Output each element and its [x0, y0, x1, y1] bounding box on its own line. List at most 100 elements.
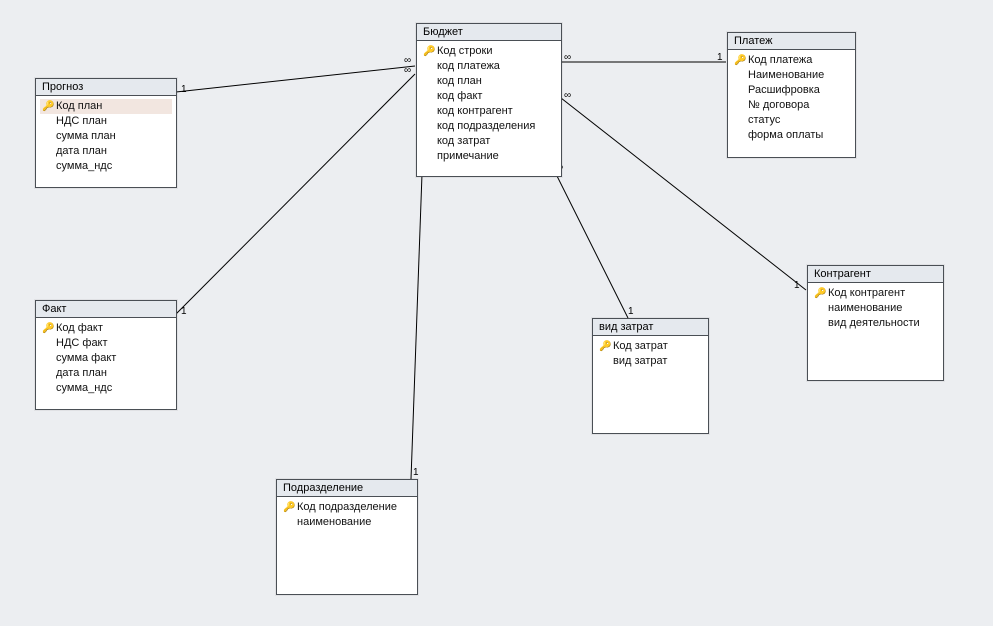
- entity-fields: 🔑 Код затрат вид затрат: [593, 336, 708, 373]
- field-row[interactable]: 🔑 Код затрат: [597, 339, 704, 354]
- field-row[interactable]: Расшифровка: [732, 83, 851, 98]
- key-icon: 🔑: [814, 286, 826, 301]
- entity-fields: 🔑 Код строки код платежа код план код фа…: [417, 41, 561, 168]
- entity-division[interactable]: Подразделение 🔑 Код подразделение наимен…: [276, 479, 418, 595]
- field-row[interactable]: вид затрат: [597, 354, 704, 369]
- field-label: Код строки: [437, 44, 555, 59]
- field-label: код контрагент: [437, 104, 555, 119]
- field-row[interactable]: примечание: [421, 149, 557, 164]
- field-label: сумма факт: [56, 351, 170, 366]
- field-label: вид деятельности: [828, 316, 937, 331]
- key-icon: 🔑: [283, 500, 295, 515]
- card-one: 1: [717, 52, 723, 63]
- field-row[interactable]: сумма факт: [40, 351, 172, 366]
- entity-cost-type[interactable]: вид затрат 🔑 Код затрат вид затрат: [592, 318, 709, 434]
- field-label: вид затрат: [613, 354, 702, 369]
- field-label: НДС факт: [56, 336, 170, 351]
- key-icon: 🔑: [423, 44, 435, 59]
- field-label: Наименование: [748, 68, 849, 83]
- entity-fields: 🔑 Код платежа Наименование Расшифровка №…: [728, 50, 855, 147]
- card-one: 1: [413, 467, 419, 478]
- entity-title: Бюджет: [417, 24, 561, 41]
- field-row[interactable]: НДС план: [40, 114, 172, 129]
- field-label: Расшифровка: [748, 83, 849, 98]
- entity-title: Факт: [36, 301, 176, 318]
- field-row[interactable]: сумма_ндс: [40, 159, 172, 174]
- key-icon: 🔑: [42, 99, 54, 114]
- card-many: ∞: [404, 65, 411, 76]
- entity-title: Подразделение: [277, 480, 417, 497]
- field-row[interactable]: 🔑 Код платежа: [732, 53, 851, 68]
- card-many: ∞: [564, 52, 571, 63]
- field-label: код подразделения: [437, 119, 555, 134]
- field-label: сумма_ндс: [56, 159, 170, 174]
- field-label: код затрат: [437, 134, 555, 149]
- field-row[interactable]: 🔑 Код строки: [421, 44, 557, 59]
- entity-fact[interactable]: Факт 🔑 Код факт НДС факт сумма факт дата…: [35, 300, 177, 410]
- field-label: наименование: [828, 301, 937, 316]
- field-row[interactable]: код затрат: [421, 134, 557, 149]
- field-row[interactable]: вид деятельности: [812, 316, 939, 331]
- entity-fields: 🔑 Код факт НДС факт сумма факт дата план…: [36, 318, 176, 400]
- field-row[interactable]: код план: [421, 74, 557, 89]
- field-label: НДС план: [56, 114, 170, 129]
- field-label: дата план: [56, 366, 170, 381]
- field-label: Код план: [56, 99, 170, 114]
- field-label: наименование: [297, 515, 411, 530]
- field-row[interactable]: код подразделения: [421, 119, 557, 134]
- field-row[interactable]: статус: [732, 113, 851, 128]
- field-row[interactable]: код факт: [421, 89, 557, 104]
- field-label: Код платежа: [748, 53, 849, 68]
- field-label: дата план: [56, 144, 170, 159]
- field-label: Код факт: [56, 321, 170, 336]
- entity-prognoz[interactable]: Прогноз 🔑 Код план НДС план сумма план д…: [35, 78, 177, 188]
- field-label: код факт: [437, 89, 555, 104]
- field-row[interactable]: 🔑 Код подразделение: [281, 500, 413, 515]
- field-label: форма оплаты: [748, 128, 849, 143]
- field-row[interactable]: дата план: [40, 144, 172, 159]
- field-label: сумма план: [56, 129, 170, 144]
- card-many: ∞: [564, 90, 571, 101]
- field-label: Код контрагент: [828, 286, 937, 301]
- field-row[interactable]: код контрагент: [421, 104, 557, 119]
- entity-budget[interactable]: Бюджет 🔑 Код строки код платежа код план…: [416, 23, 562, 177]
- field-label: № договора: [748, 98, 849, 113]
- card-one: 1: [181, 84, 187, 95]
- card-one: 1: [628, 306, 634, 317]
- card-one: 1: [794, 280, 800, 291]
- key-icon: 🔑: [734, 53, 746, 68]
- field-row[interactable]: 🔑 Код контрагент: [812, 286, 939, 301]
- card-one: 1: [181, 306, 187, 317]
- key-icon: 🔑: [599, 339, 611, 354]
- card-many: ∞: [404, 55, 411, 66]
- field-label: примечание: [437, 149, 555, 164]
- entity-title: Платеж: [728, 33, 855, 50]
- field-label: статус: [748, 113, 849, 128]
- field-row[interactable]: наименование: [281, 515, 413, 530]
- field-label: Код подразделение: [297, 500, 411, 515]
- entity-title: Контрагент: [808, 266, 943, 283]
- field-row[interactable]: наименование: [812, 301, 939, 316]
- entity-payment[interactable]: Платеж 🔑 Код платежа Наименование Расшиф…: [727, 32, 856, 158]
- field-row[interactable]: 🔑 Код факт: [40, 321, 172, 336]
- diagram-canvas: 1 ∞ 1 ∞ 1 ∞ 1 ∞ 1 ∞ 1 ∞ Прогноз 🔑 Код пл…: [0, 0, 993, 626]
- entity-title: вид затрат: [593, 319, 708, 336]
- entity-fields: 🔑 Код контрагент наименование вид деятел…: [808, 283, 943, 335]
- field-label: Код затрат: [613, 339, 702, 354]
- entity-fields: 🔑 Код план НДС план сумма план дата план…: [36, 96, 176, 178]
- field-row[interactable]: НДС факт: [40, 336, 172, 351]
- entity-contractor[interactable]: Контрагент 🔑 Код контрагент наименование…: [807, 265, 944, 381]
- field-label: код план: [437, 74, 555, 89]
- entity-title: Прогноз: [36, 79, 176, 96]
- field-row[interactable]: форма оплаты: [732, 128, 851, 143]
- field-row[interactable]: сумма_ндс: [40, 381, 172, 396]
- field-label: код платежа: [437, 59, 555, 74]
- field-row[interactable]: 🔑 Код план: [40, 99, 172, 114]
- field-row[interactable]: сумма план: [40, 129, 172, 144]
- field-row[interactable]: код платежа: [421, 59, 557, 74]
- key-icon: 🔑: [42, 321, 54, 336]
- entity-fields: 🔑 Код подразделение наименование: [277, 497, 417, 534]
- field-row[interactable]: № договора: [732, 98, 851, 113]
- field-row[interactable]: дата план: [40, 366, 172, 381]
- field-row[interactable]: Наименование: [732, 68, 851, 83]
